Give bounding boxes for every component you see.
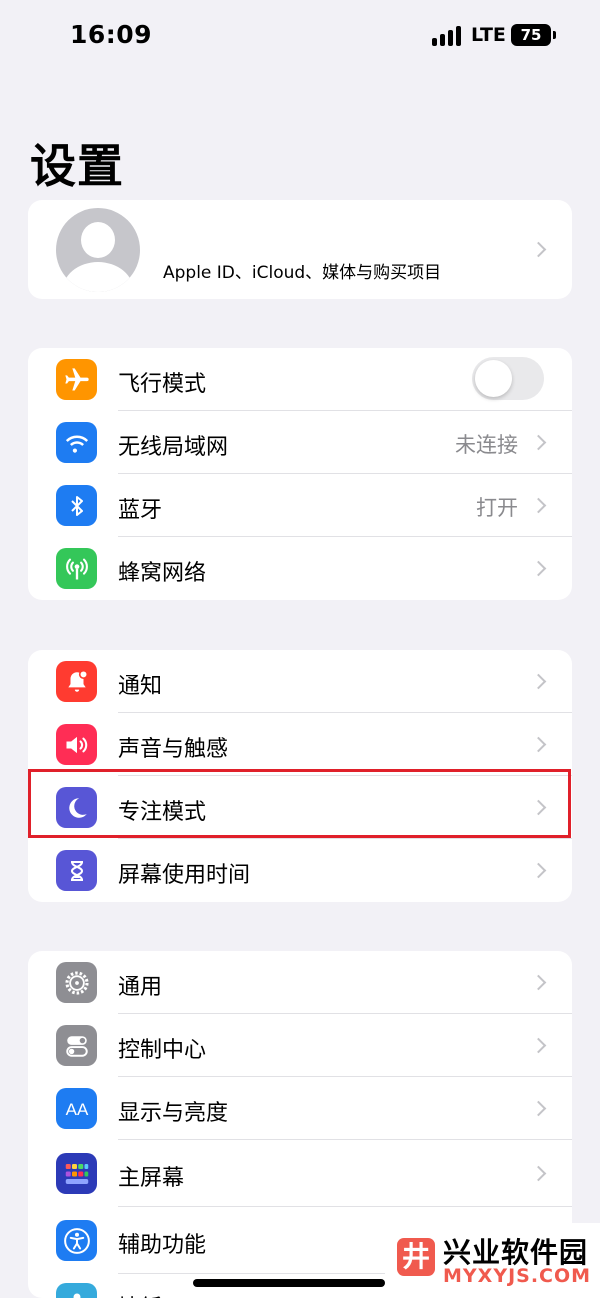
watermark: 井 兴业软件园 MYXYJS.COM [385,1223,600,1298]
airplane-icon [56,359,97,400]
speaker-icon [56,724,97,765]
bluetooth-icon [56,485,97,526]
hourglass-icon [56,850,97,891]
toggles-icon [56,1025,97,1066]
watermark-logo-icon: 井 [397,1238,435,1276]
row-label: 显示与亮度 [118,1101,229,1126]
chevron-right-icon [530,736,547,753]
gear-icon [56,962,97,1003]
chevron-right-icon [530,673,547,690]
row-label: 墙纸 [118,1290,162,1298]
settings-group-connectivity: 飞行模式 无线局域网 未连接 蓝牙 打开 蜂窝网络 [28,348,572,600]
row-label: 辅助功能 [118,1233,207,1258]
row-label: 屏幕使用时间 [118,863,251,888]
accessibility-icon [56,1220,97,1261]
chevron-right-icon [530,1037,547,1054]
status-time: 16:09 [70,20,153,49]
apple-id-subtitle: Apple ID、iCloud、媒体与购买项目 [163,263,442,283]
settings-row-airplane-mode[interactable]: 飞行模式 [28,348,572,411]
row-label: 蜂窝网络 [118,561,207,586]
chevron-right-icon [530,560,547,577]
wifi-icon [56,422,97,463]
row-label: 无线局域网 [118,435,229,460]
row-value: 未连接 [455,433,518,457]
settings-row-bluetooth[interactable]: 蓝牙 打开 [28,474,572,537]
chevron-right-icon [530,1165,547,1182]
notification-bell-icon [56,661,97,702]
battery-icon: 75 [511,24,551,46]
row-label: 通知 [118,674,163,699]
watermark-url: MYXYJS.COM [443,1265,592,1287]
highlight-box [28,769,571,838]
chevron-right-icon [530,974,547,991]
chevron-right-icon [530,497,547,514]
row-label: 蓝牙 [118,498,163,523]
settings-row-sounds-haptics[interactable]: 声音与触感 [28,713,572,776]
settings-row-display-brightness[interactable]: AA 显示与亮度 [28,1077,572,1140]
display-aa-icon: AA [56,1088,97,1129]
cellular-icon [56,548,97,589]
battery-level: 75 [520,26,542,44]
page-title: 设置 [30,139,124,193]
svg-text:AA: AA [65,1100,88,1119]
row-label: 控制中心 [118,1038,207,1063]
chevron-right-icon [530,434,547,451]
chevron-right-icon [530,862,547,879]
network-type: LTE [471,24,506,46]
chevron-right-icon [530,1100,547,1117]
row-value: 打开 [476,496,518,520]
home-screen-grid-icon [56,1153,97,1194]
settings-row-home-screen[interactable]: 主屏幕 [28,1140,572,1207]
settings-row-control-center[interactable]: 控制中心 [28,1014,572,1077]
apple-id-card[interactable]: Apple ID、iCloud、媒体与购买项目 [28,200,572,299]
home-indicator[interactable] [193,1279,385,1287]
settings-row-cellular[interactable]: 蜂窝网络 [28,537,572,600]
settings-row-wifi[interactable]: 无线局域网 未连接 [28,411,572,474]
row-label: 通用 [118,975,163,1000]
settings-row-general[interactable]: 通用 [28,951,572,1014]
avatar [56,208,140,292]
chevron-right-icon [530,241,547,258]
settings-row-screen-time[interactable]: 屏幕使用时间 [28,839,572,902]
row-label: 主屏幕 [118,1166,185,1191]
cellular-signal-icon [432,26,464,46]
battery-tip [553,31,556,39]
settings-row-notifications[interactable]: 通知 [28,650,572,713]
airplane-mode-toggle[interactable] [472,357,544,400]
status-bar: 16:09 LTE 75 [0,0,600,80]
row-label: 飞行模式 [118,372,207,397]
row-label: 声音与触感 [118,737,229,762]
wallpaper-icon [56,1283,97,1298]
